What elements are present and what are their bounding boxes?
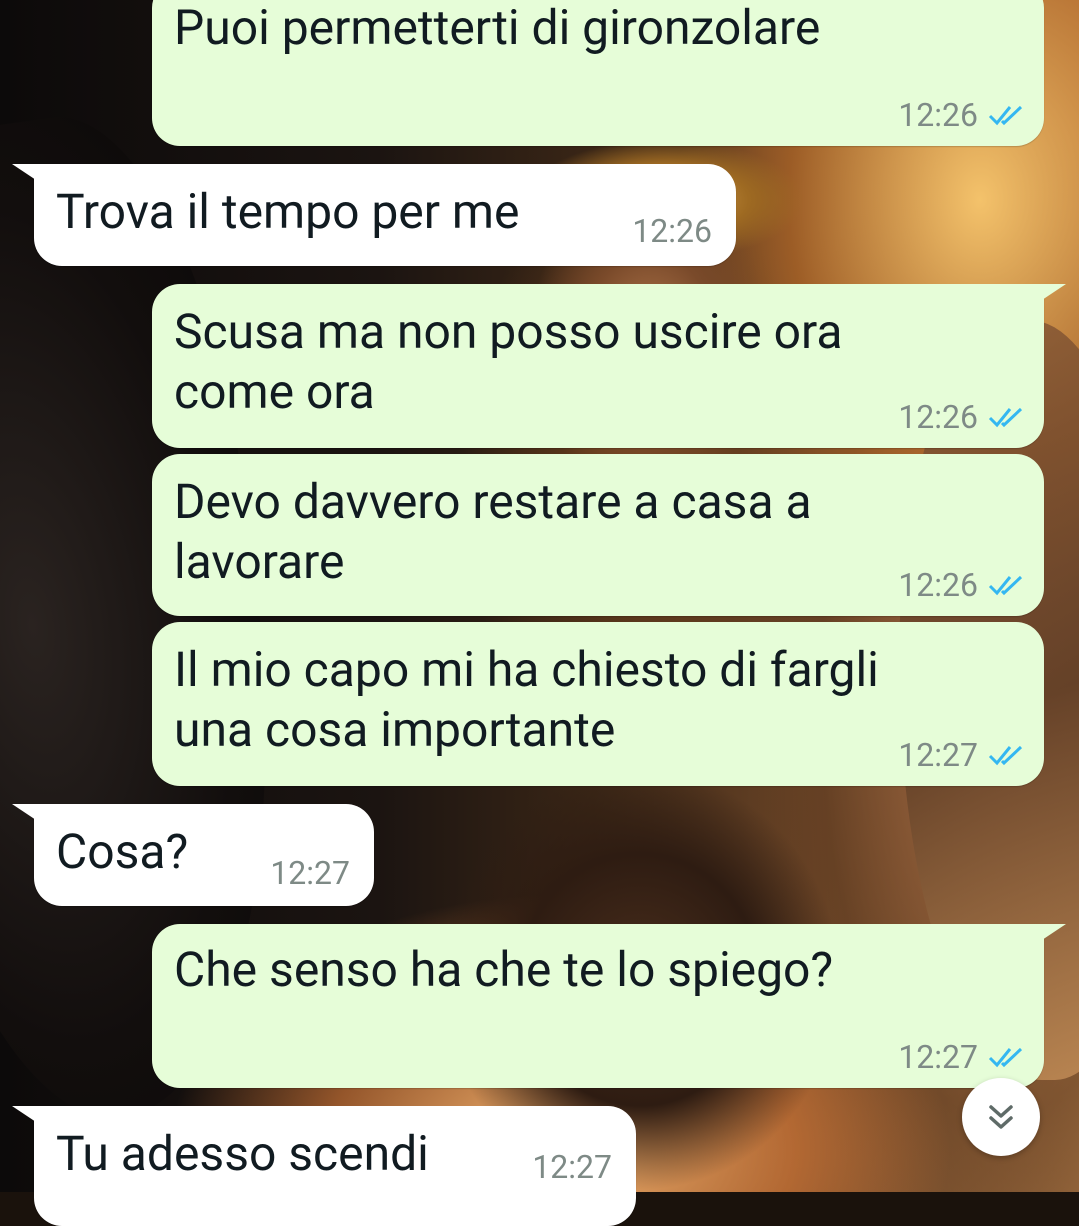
message-outgoing[interactable]: Scusa ma non posso uscire ora come ora 1… — [152, 284, 1066, 448]
message-text: Trova il tempo per me — [56, 183, 520, 240]
message-meta: 12:26 — [898, 566, 1024, 604]
message-meta: 12:27 — [270, 854, 350, 892]
message-outgoing[interactable]: Puoi permetterti di gironzolare 12:26 — [152, 0, 1044, 146]
message-incoming[interactable]: Cosa? 12:27 — [12, 804, 374, 906]
message-incoming[interactable]: Tu adesso scendi 12:27 — [12, 1106, 636, 1226]
message-outgoing[interactable]: Che senso ha che te lo spiego? 12:27 — [152, 924, 1066, 1088]
double-chevron-down-icon — [989, 1105, 1013, 1129]
message-time: 12:26 — [898, 398, 978, 436]
message-meta: 12:26 — [632, 212, 712, 250]
message-meta: 12:27 — [898, 736, 1024, 774]
message-meta: 12:27 — [898, 1038, 1024, 1076]
message-text: Che senso ha che te lo spiego? — [174, 941, 834, 998]
double-check-read-icon — [988, 105, 1023, 126]
message-time: 12:26 — [898, 566, 978, 604]
message-time: 12:26 — [632, 212, 712, 250]
message-incoming[interactable]: Trova il tempo per me 12:26 — [12, 164, 736, 266]
message-text: Scusa ma non posso uscire ora come ora — [174, 303, 843, 420]
message-outgoing[interactable]: Devo davvero restare a casa a lavorare 1… — [152, 454, 1044, 616]
message-meta: 12:27 — [532, 1148, 612, 1186]
message-time: 12:27 — [898, 1038, 978, 1076]
double-check-read-icon — [988, 407, 1023, 428]
scroll-to-bottom-button[interactable] — [962, 1078, 1040, 1156]
message-time: 12:27 — [270, 854, 350, 892]
double-check-read-icon — [988, 575, 1023, 596]
double-check-read-icon — [988, 745, 1023, 766]
message-time: 12:27 — [532, 1148, 612, 1186]
message-text: Tu adesso scendi — [56, 1125, 429, 1182]
message-outgoing[interactable]: Il mio capo mi ha chiesto di fargli una … — [152, 622, 1044, 786]
message-meta: 12:26 — [898, 398, 1024, 436]
message-text: Devo davvero restare a casa a lavorare — [174, 473, 812, 590]
message-time: 12:26 — [898, 96, 978, 134]
double-check-read-icon — [988, 1047, 1023, 1068]
message-text: Puoi permetterti di gironzolare — [174, 0, 821, 56]
message-time: 12:27 — [898, 736, 978, 774]
message-text: Il mio capo mi ha chiesto di fargli una … — [174, 641, 879, 758]
message-meta: 12:26 — [898, 96, 1024, 134]
